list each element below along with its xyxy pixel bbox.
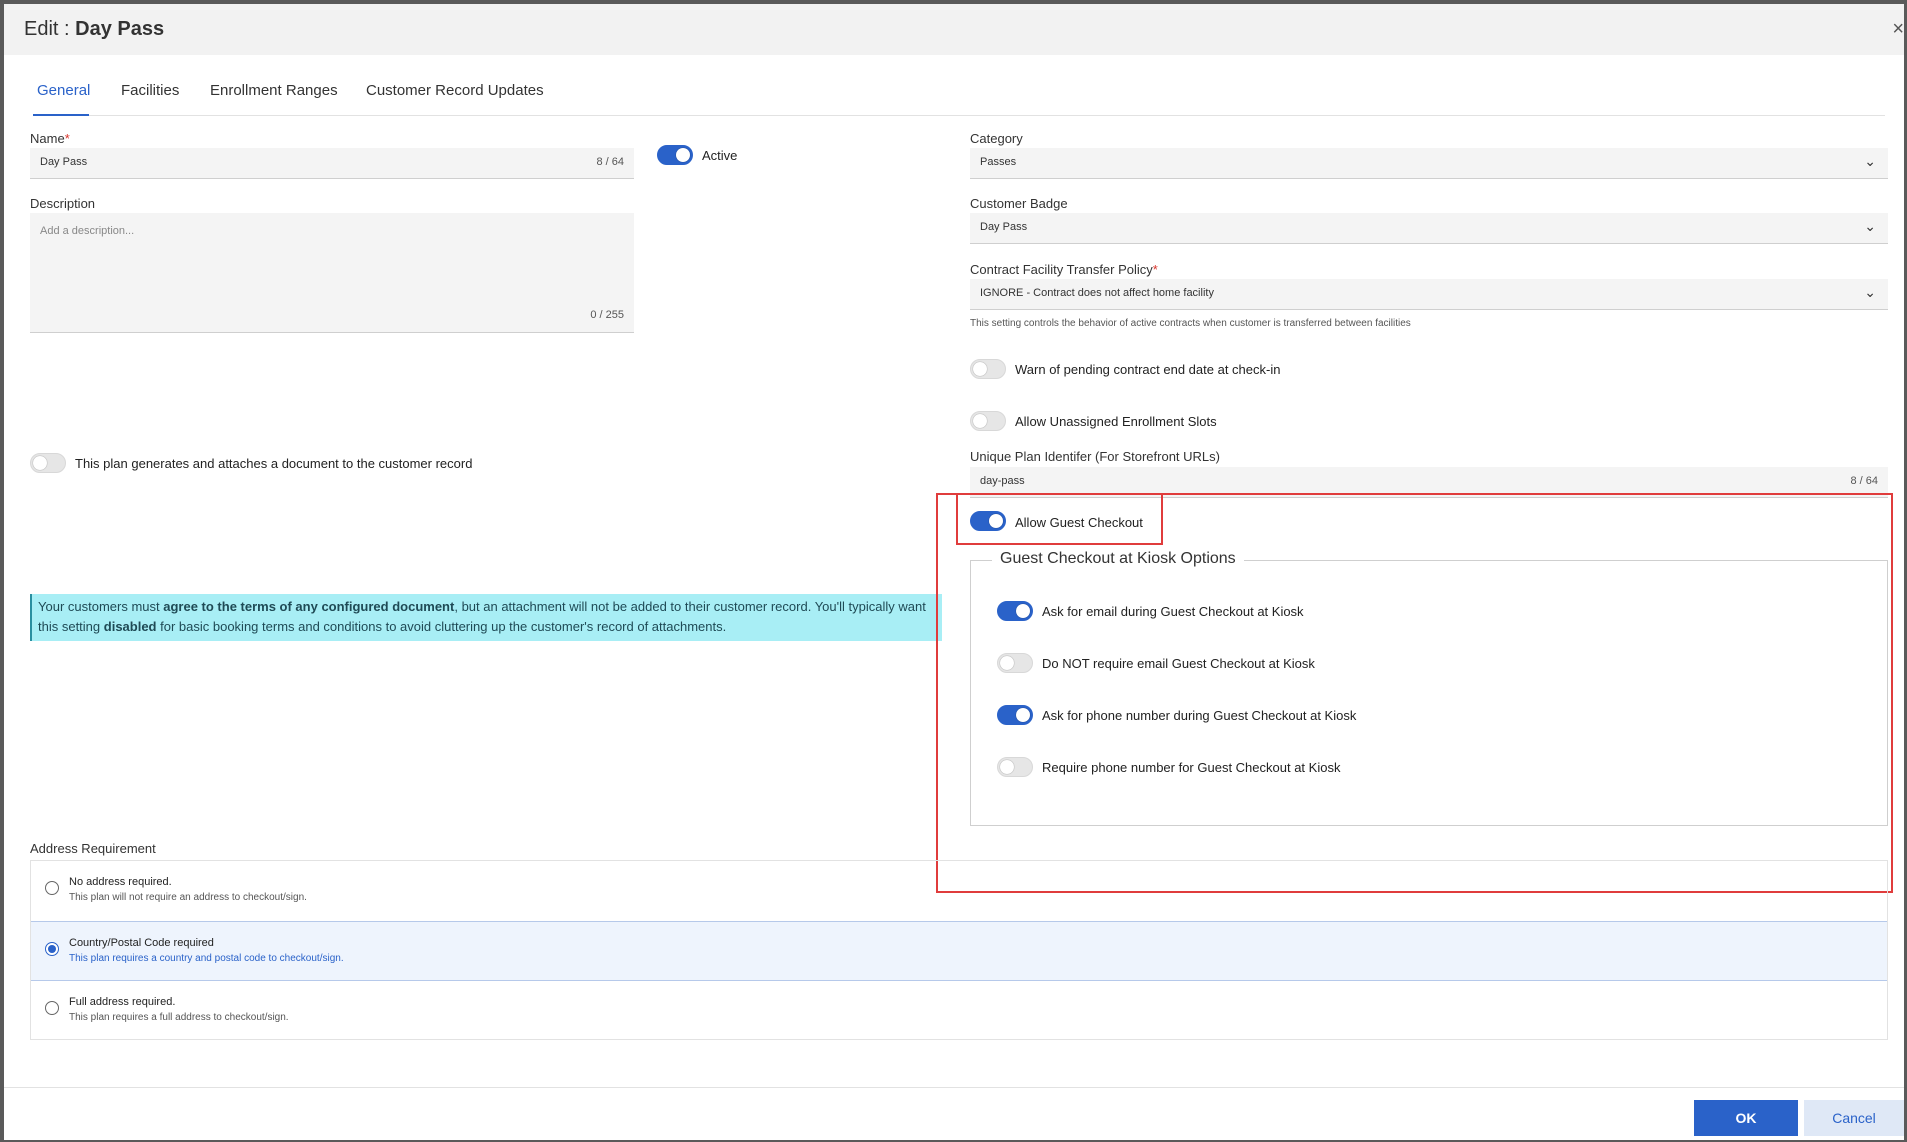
address-option-none[interactable]: No address required. This plan will not … (31, 861, 1887, 921)
transfer-policy-label: Contract Facility Transfer Policy* (970, 262, 1158, 277)
address-option-postal[interactable]: Country/Postal Code required This plan r… (31, 921, 1887, 981)
tab-general[interactable]: General (37, 82, 90, 99)
address-option-full[interactable]: Full address required. This plan require… (31, 981, 1887, 1041)
option-desc: This plan will not require an address to… (69, 892, 307, 903)
option-desc: This plan requires a country and postal … (69, 953, 344, 964)
active-toggle[interactable] (657, 145, 693, 165)
cancel-button[interactable]: Cancel (1804, 1100, 1904, 1136)
radio-no-address[interactable] (45, 881, 59, 895)
warn-end-date-toggle[interactable] (970, 359, 1006, 379)
chevron-down-icon: ⌄ (1864, 153, 1876, 169)
badge-label: Customer Badge (970, 196, 1068, 211)
name-label: Name* (30, 131, 70, 146)
radio-postal-code[interactable] (45, 942, 59, 956)
transfer-policy-select[interactable]: IGNORE - Contract does not affect home f… (970, 279, 1888, 310)
dialog-footer: OK Cancel (4, 1087, 1904, 1140)
option-title: No address required. (69, 876, 172, 888)
description-placeholder: Add a description... (40, 225, 135, 237)
tab-customer-record-updates[interactable]: Customer Record Updates (366, 82, 544, 99)
description-label: Description (30, 196, 96, 211)
category-value: Passes (980, 156, 1017, 168)
identifier-label: Unique Plan Identifer (For Storefront UR… (970, 449, 1220, 464)
document-info-banner: Your customers must agree to the terms o… (30, 594, 942, 641)
active-tab-indicator (33, 114, 89, 116)
highlight-guest-checkout-section (936, 493, 1893, 893)
address-requirement-label: Address Requirement (30, 841, 156, 856)
option-title: Country/Postal Code required (69, 937, 214, 949)
category-label: Category (970, 131, 1023, 146)
identifier-value: day-pass (980, 475, 1025, 487)
tab-facilities[interactable]: Facilities (121, 82, 179, 99)
document-toggle[interactable] (30, 453, 66, 473)
category-select[interactable]: Passes ⌄ (970, 148, 1888, 179)
badge-select[interactable]: Day Pass ⌄ (970, 213, 1888, 244)
edit-dialog: Edit : Day Pass × General Facilities Enr… (4, 4, 1904, 1140)
transfer-policy-value: IGNORE - Contract does not affect home f… (980, 287, 1214, 299)
close-icon[interactable]: × (1892, 18, 1904, 41)
document-toggle-label: This plan generates and attaches a docum… (75, 456, 473, 471)
badge-value: Day Pass (980, 221, 1028, 233)
plan-name-title: Day Pass (75, 18, 165, 40)
active-label: Active (702, 148, 738, 163)
description-textarea[interactable]: Add a description... 0 / 255 (30, 213, 634, 333)
highlight-guest-checkout-toggle (956, 493, 1163, 545)
transfer-policy-hint: This setting controls the behavior of ac… (970, 318, 1411, 329)
dialog-header: Edit : Day Pass × (4, 4, 1904, 55)
tab-bar: General Facilities Enrollment Ranges Cus… (33, 60, 1885, 116)
unassigned-slots-toggle[interactable] (970, 411, 1006, 431)
unassigned-slots-label: Allow Unassigned Enrollment Slots (1015, 414, 1217, 429)
radio-full-address[interactable] (45, 1001, 59, 1015)
address-options: No address required. This plan will not … (30, 860, 1888, 1040)
chevron-down-icon: ⌄ (1864, 284, 1876, 300)
warn-end-date-label: Warn of pending contract end date at che… (1015, 362, 1281, 377)
chevron-down-icon: ⌄ (1864, 218, 1876, 234)
dialog-title: Edit : Day Pass (24, 18, 165, 40)
name-value: Day Pass (40, 156, 88, 168)
name-input[interactable]: Day Pass 8 / 64 (30, 148, 634, 179)
option-desc: This plan requires a full address to che… (69, 1012, 289, 1023)
name-char-count: 8 / 64 (596, 156, 624, 168)
option-title: Full address required. (69, 996, 176, 1008)
description-char-count: 0 / 255 (590, 309, 624, 321)
identifier-char-count: 8 / 64 (1850, 475, 1878, 487)
ok-button[interactable]: OK (1694, 1100, 1798, 1136)
tab-enrollment-ranges[interactable]: Enrollment Ranges (210, 82, 338, 99)
